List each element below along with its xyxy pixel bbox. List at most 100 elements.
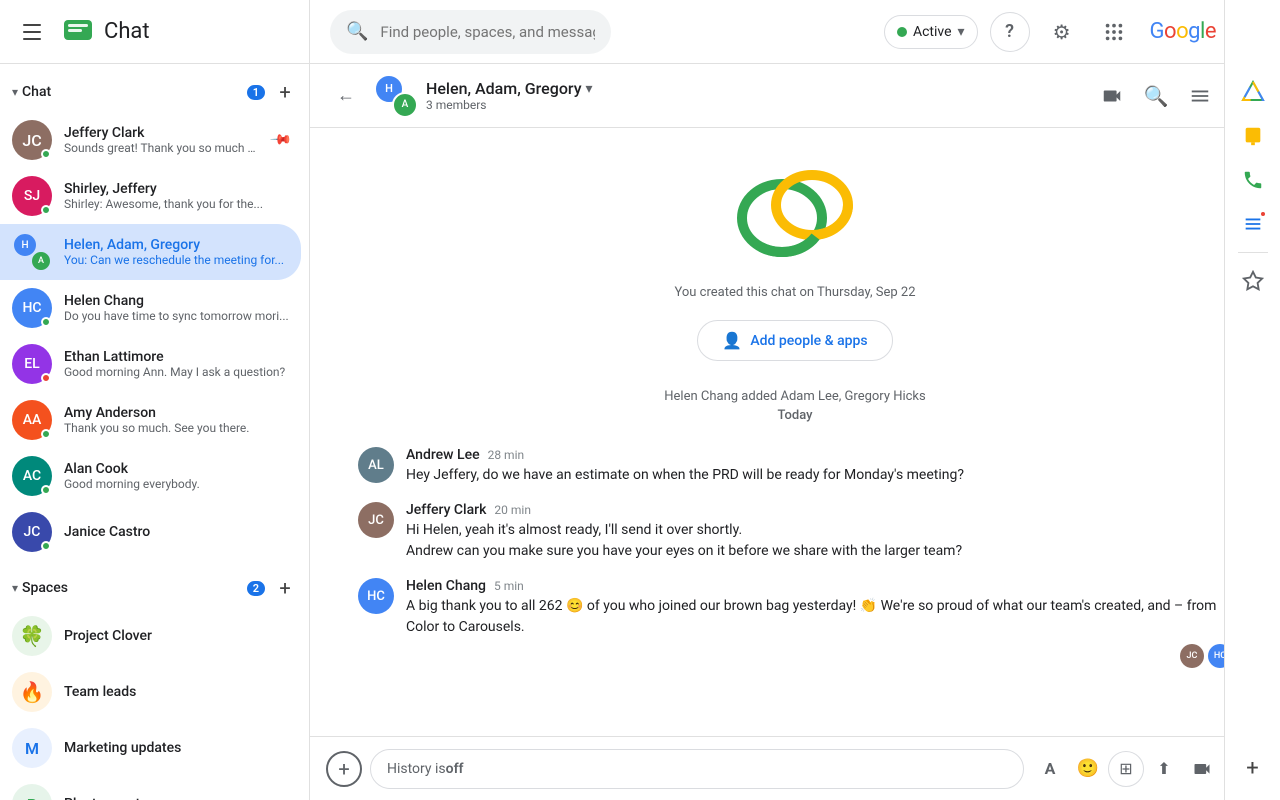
space-name: Team leads bbox=[64, 684, 136, 700]
emoji-button[interactable]: 🙂 bbox=[1070, 751, 1106, 787]
sidebar-item-project-clover[interactable]: 🍀 Project Clover bbox=[0, 608, 301, 664]
message-text: Hi Helen, yeah it's almost ready, I'll s… bbox=[406, 520, 1232, 562]
google-tasks-icon[interactable] bbox=[1233, 204, 1273, 244]
text-format-button[interactable]: A bbox=[1032, 751, 1068, 787]
avatar: JC bbox=[12, 120, 52, 160]
chat-item-ethan-lattimore[interactable]: EL Ethan Lattimore Good morning Ann. May… bbox=[0, 336, 301, 392]
video-call-button[interactable] bbox=[1092, 76, 1132, 116]
google-logo: Google bbox=[1150, 19, 1216, 44]
spaces-section-badge: 2 bbox=[247, 581, 265, 596]
back-button[interactable]: ← bbox=[326, 76, 366, 116]
spaces-section-header[interactable]: ▾ Spaces 2 + bbox=[0, 560, 309, 608]
message-content: Andrew Lee 28 min Hey Jeffery, do we hav… bbox=[406, 447, 1232, 486]
hamburger-menu[interactable] bbox=[12, 12, 52, 52]
people-added-text: Helen Chang added Adam Lee, Gregory Hick… bbox=[664, 389, 925, 404]
message-header: Jeffery Clark 20 min bbox=[406, 502, 1232, 518]
right-panel: + bbox=[1224, 0, 1280, 800]
chat-item-janice-castro[interactable]: JC Janice Castro bbox=[0, 504, 301, 560]
mention-button[interactable]: ⊞ bbox=[1108, 751, 1144, 787]
status-dot-online bbox=[41, 541, 51, 551]
google-phone-icon[interactable] bbox=[1233, 160, 1273, 200]
chat-preview: Good morning everybody. bbox=[64, 477, 289, 491]
chat-item-helen-chang[interactable]: HC Helen Chang Do you have time to sync … bbox=[0, 280, 301, 336]
status-dot-online bbox=[41, 149, 51, 159]
message-header: Helen Chang 5 min bbox=[406, 578, 1232, 594]
search-bar[interactable]: 🔍 bbox=[330, 10, 611, 54]
add-people-button[interactable]: 👤 Add people & apps bbox=[697, 320, 892, 361]
msg-avatar: JC bbox=[358, 502, 394, 538]
add-space-button[interactable]: + bbox=[269, 572, 301, 604]
avatar: SJ bbox=[12, 176, 52, 216]
space-name: Project Clover bbox=[64, 628, 152, 644]
chat-section-header[interactable]: ▾ Chat 1 + bbox=[0, 64, 309, 112]
sidebar-toggle-button[interactable] bbox=[1180, 76, 1220, 116]
status-dot-online bbox=[41, 429, 51, 439]
chat-name: Helen Chang bbox=[64, 293, 289, 309]
avatar-group: H A bbox=[12, 232, 52, 272]
chat-item-helen-adam-gregory[interactable]: H A Helen, Adam, Gregory You: Can we res… bbox=[0, 224, 301, 280]
messages-area: You created this chat on Thursday, Sep 2… bbox=[310, 128, 1280, 736]
chat-name: Janice Castro bbox=[64, 524, 289, 540]
right-panel-divider bbox=[1238, 252, 1268, 253]
conversation-avatar-group: H A bbox=[374, 74, 418, 118]
top-bar: 🔍 Active ▾ ? ⚙ Google A bbox=[310, 0, 1280, 64]
chevron-down-icon: ▾ bbox=[958, 24, 965, 40]
reaction-avatars: JC HC bbox=[406, 644, 1232, 668]
message-content: Jeffery Clark 20 min Hi Helen, yeah it's… bbox=[406, 502, 1232, 562]
add-chat-button[interactable]: + bbox=[269, 76, 301, 108]
space-icon: P bbox=[12, 784, 52, 800]
chat-preview: Shirley: Awesome, thank you for the... bbox=[64, 197, 289, 211]
chat-item-jeffery-clark[interactable]: JC Jeffery Clark Sounds great! Thank you… bbox=[0, 112, 301, 168]
sidebar: Chat ▾ Chat 1 + JC Jeffery Clark Sounds … bbox=[0, 0, 310, 800]
reaction-avatar-1: JC bbox=[1180, 644, 1204, 668]
chat-created-text: You created this chat on Thursday, Sep 2… bbox=[674, 285, 915, 300]
input-tools: A 🙂 ⊞ ⬆ bbox=[1032, 751, 1220, 787]
search-message-button[interactable]: 🔍 bbox=[1136, 76, 1176, 116]
sidebar-header: Chat bbox=[0, 0, 309, 64]
notification-badge bbox=[1259, 210, 1267, 218]
sender-name: Andrew Lee bbox=[406, 447, 480, 463]
spaces-chevron: ▾ bbox=[12, 581, 18, 595]
space-icon: 🔥 bbox=[12, 672, 52, 712]
search-input[interactable] bbox=[380, 23, 595, 41]
add-attachment-button[interactable]: + bbox=[326, 751, 362, 787]
app-logo bbox=[62, 16, 94, 48]
sidebar-content: ▾ Chat 1 + JC Jeffery Clark Sounds great… bbox=[0, 64, 309, 800]
chat-preview: Sounds great! Thank you so much Ann! bbox=[64, 141, 260, 155]
sidebar-item-plant-parents[interactable]: P Plant parents bbox=[0, 776, 301, 800]
message-input[interactable]: History is off bbox=[370, 749, 1024, 789]
settings-button[interactable]: ⚙ bbox=[1042, 12, 1082, 52]
chat-item-amy-anderson[interactable]: AA Amy Anderson Thank you so much. See y… bbox=[0, 392, 301, 448]
status-dot-online bbox=[41, 317, 51, 327]
sidebar-item-marketing-updates[interactable]: M Marketing updates bbox=[0, 720, 301, 776]
spaces-section-title: Spaces bbox=[22, 580, 243, 596]
chat-rings-illustration bbox=[730, 160, 860, 269]
star-icon[interactable] bbox=[1233, 261, 1273, 301]
chat-item-alan-cook[interactable]: AC Alan Cook Good morning everybody. bbox=[0, 448, 301, 504]
chat-info: Alan Cook Good morning everybody. bbox=[64, 461, 289, 491]
chat-item-shirley-jeffery[interactable]: SJ Shirley, Jeffery Shirley: Awesome, th… bbox=[0, 168, 301, 224]
message-text: Hey Jeffery, do we have an estimate on w… bbox=[406, 465, 1232, 486]
active-status-button[interactable]: Active ▾ bbox=[884, 15, 978, 49]
chat-info: Helen, Adam, Gregory You: Can we resched… bbox=[64, 237, 289, 267]
upload-file-button[interactable]: ⬆ bbox=[1146, 751, 1182, 787]
status-dot-busy bbox=[41, 373, 51, 383]
status-dot-online bbox=[41, 485, 51, 495]
chat-info: Janice Castro bbox=[64, 524, 289, 540]
chat-name: Jeffery Clark bbox=[64, 125, 260, 141]
chat-info: Jeffery Clark Sounds great! Thank you so… bbox=[64, 125, 260, 155]
avatar: JC bbox=[12, 512, 52, 552]
add-apps-button[interactable]: + bbox=[1233, 748, 1273, 788]
help-button[interactable]: ? bbox=[990, 12, 1030, 52]
sidebar-item-team-leads[interactable]: 🔥 Team leads bbox=[0, 664, 301, 720]
apps-grid-button[interactable] bbox=[1094, 12, 1134, 52]
chat-info: Amy Anderson Thank you so much. See you … bbox=[64, 405, 289, 435]
chat-info: Ethan Lattimore Good morning Ann. May I … bbox=[64, 349, 289, 379]
google-drive-icon[interactable] bbox=[1233, 72, 1273, 112]
video-message-button[interactable] bbox=[1184, 751, 1220, 787]
chat-info: Helen Chang Do you have time to sync tom… bbox=[64, 293, 289, 323]
input-bar: + History is off A 🙂 ⊞ ⬆ bbox=[310, 736, 1280, 800]
chat-preview: You: Can we reschedule the meeting for..… bbox=[64, 253, 289, 267]
chat-section-badge: 1 bbox=[247, 85, 265, 100]
google-keep-icon[interactable] bbox=[1233, 116, 1273, 156]
